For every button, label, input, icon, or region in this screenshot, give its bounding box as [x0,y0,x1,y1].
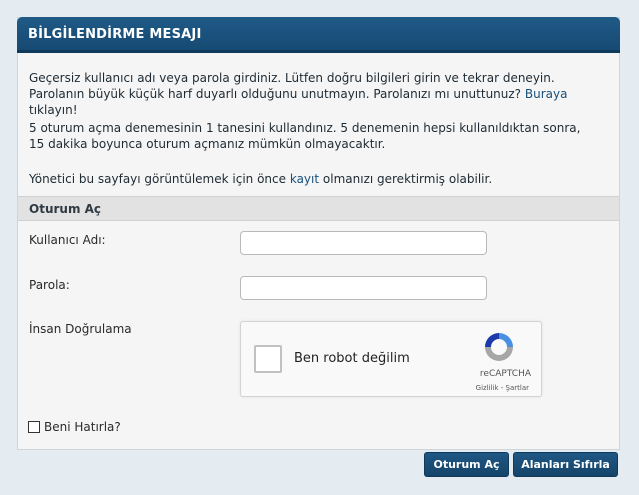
recaptcha-widget: Ben robot değilim reCAPTCHA Gizlilik - Ş… [240,321,542,397]
password-input[interactable] [240,276,487,300]
login-section-bar: Oturum Aç [18,196,619,221]
recaptcha-privacy-terms[interactable]: Gizlilik - Şartlar [476,384,529,392]
error-message: Geçersiz kullanıcı adı veya parola girdi… [29,70,599,118]
recaptcha-brand: reCAPTCHA [479,369,531,379]
section-title: Oturum Aç [29,202,102,216]
recaptcha-checkbox[interactable] [254,345,282,373]
reset-fields-button[interactable]: Alanları Sıfırla [513,452,618,477]
captcha-label: İnsan Doğrulama [29,322,132,336]
forgot-password-link[interactable]: Buraya [525,87,568,101]
attempts-message: 5 oturum açma denemesinin 1 tanesini kul… [29,121,581,151]
login-button[interactable]: Oturum Aç [424,452,509,477]
forgot-suffix: tıklayın! [29,103,78,117]
recaptcha-text: Ben robot değilim [294,351,410,366]
recaptcha-icon [485,333,513,361]
register-prefix: Yönetici bu sayfayı görüntülemek için ön… [29,172,287,186]
username-label: Kullanıcı Adı: [29,233,106,247]
register-link[interactable]: kayıt [290,172,319,186]
remember-me[interactable]: Beni Hatırla? [28,420,121,434]
register-message: Yönetici bu sayfayı görüntülemek için ön… [29,171,599,187]
info-header: BİLGİLENDİRME MESAJI [17,17,620,53]
register-suffix: olmanızı gerektirmiş olabilir. [322,172,493,186]
username-input[interactable] [240,231,487,255]
header-title: BİLGİLENDİRME MESAJI [28,27,202,42]
remember-checkbox[interactable] [28,421,40,433]
remember-label: Beni Hatırla? [44,420,121,434]
password-label: Parola: [29,278,70,292]
error-text: Geçersiz kullanıcı adı veya parola girdi… [29,71,555,101]
